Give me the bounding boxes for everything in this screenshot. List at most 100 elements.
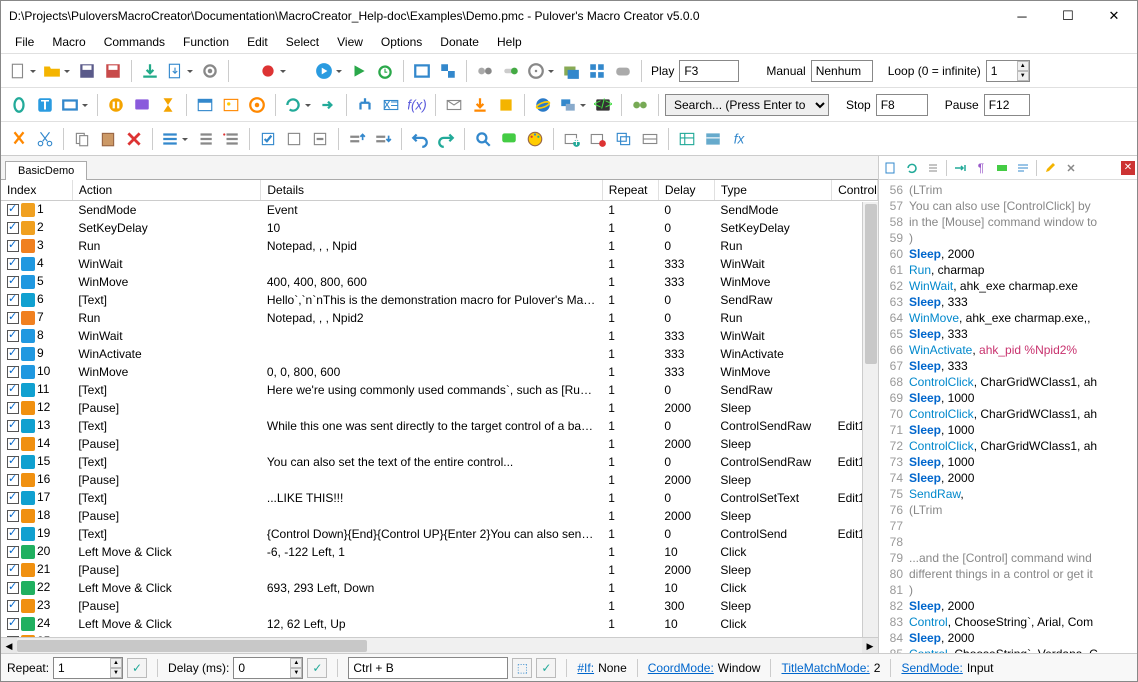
windows-icon[interactable] bbox=[585, 59, 609, 83]
table-row[interactable]: 14[Pause]12000Sleep bbox=[1, 435, 878, 453]
tool-a[interactable] bbox=[410, 59, 434, 83]
table-row[interactable]: 16[Pause]12000Sleep bbox=[1, 471, 878, 489]
indent-icon[interactable] bbox=[923, 158, 943, 178]
refresh-icon[interactable] bbox=[902, 158, 922, 178]
table-row[interactable]: 6[Text]Hello`,`n`nThis is the demonstrat… bbox=[1, 291, 878, 309]
highlight-icon[interactable] bbox=[992, 158, 1012, 178]
column-header[interactable]: Action bbox=[72, 180, 261, 201]
menu-macro[interactable]: Macro bbox=[44, 32, 93, 52]
vertical-scrollbar[interactable] bbox=[862, 202, 878, 637]
table-row[interactable]: 18[Pause]12000Sleep bbox=[1, 507, 878, 525]
table-row[interactable]: 10WinMove0, 0, 800, 6001333WinMove bbox=[1, 363, 878, 381]
play-once-button[interactable] bbox=[347, 59, 371, 83]
tool-e[interactable] bbox=[525, 59, 557, 83]
export-button[interactable] bbox=[164, 59, 196, 83]
undo-icon[interactable] bbox=[408, 127, 432, 151]
image-cmd-icon[interactable] bbox=[219, 93, 243, 117]
row-checkbox[interactable] bbox=[7, 240, 19, 252]
row-checkbox[interactable] bbox=[7, 546, 19, 558]
close-preview-icon[interactable]: ✕ bbox=[1121, 161, 1135, 175]
column-header[interactable]: Repeat bbox=[602, 180, 658, 201]
expand-icon[interactable] bbox=[1061, 158, 1081, 178]
timer-button[interactable] bbox=[373, 59, 397, 83]
table-row[interactable]: 4WinWait1333WinWait bbox=[1, 255, 878, 273]
sendmode-link[interactable]: SendMode: bbox=[901, 661, 962, 675]
tool-c[interactable] bbox=[473, 59, 497, 83]
msgbox-icon[interactable] bbox=[130, 93, 154, 117]
delay-apply-icon[interactable]: ✓ bbox=[307, 658, 327, 678]
scissors-icon[interactable] bbox=[33, 127, 57, 151]
uncheck-all-icon[interactable] bbox=[282, 127, 306, 151]
menu-view[interactable]: View bbox=[329, 32, 371, 52]
pilcrow-icon[interactable]: ¶ bbox=[971, 158, 991, 178]
table-row[interactable]: 24Left Move & Click12, 62 Left, Up110Cli… bbox=[1, 615, 878, 633]
tool-f[interactable] bbox=[559, 59, 583, 83]
row-checkbox[interactable] bbox=[7, 366, 19, 378]
row-checkbox[interactable] bbox=[7, 582, 19, 594]
hourglass-icon[interactable] bbox=[156, 93, 180, 117]
menu-edit[interactable]: Edit bbox=[239, 32, 276, 52]
edit-icon[interactable] bbox=[1040, 158, 1060, 178]
func-icon[interactable]: f(x) bbox=[405, 93, 429, 117]
row-checkbox[interactable] bbox=[7, 348, 19, 360]
add-row-icon[interactable]: + bbox=[560, 127, 584, 151]
titlematch-link[interactable]: TitleMatchMode: bbox=[781, 661, 869, 675]
delete-icon[interactable] bbox=[122, 127, 146, 151]
table-row[interactable]: 17[Text]...LIKE THIS!!!10ControlSetTextE… bbox=[1, 489, 878, 507]
wrap-icon[interactable] bbox=[1013, 158, 1033, 178]
if-icon[interactable] bbox=[353, 93, 377, 117]
menu-file[interactable]: File bbox=[7, 32, 42, 52]
comment-icon[interactable] bbox=[497, 127, 521, 151]
grid-a-icon[interactable] bbox=[675, 127, 699, 151]
row-checkbox[interactable] bbox=[7, 474, 19, 486]
menu-donate[interactable]: Donate bbox=[432, 32, 487, 52]
minimize-button[interactable]: ─ bbox=[999, 1, 1045, 31]
row-checkbox[interactable] bbox=[7, 420, 19, 432]
window-cmd-icon[interactable] bbox=[193, 93, 217, 117]
save-button[interactable] bbox=[75, 59, 99, 83]
row-checkbox[interactable] bbox=[7, 276, 19, 288]
hotkey-pick-icon[interactable]: ⬚ bbox=[512, 658, 532, 678]
row-checkbox[interactable] bbox=[7, 258, 19, 270]
table-row[interactable]: 15[Text]You can also set the text of the… bbox=[1, 453, 878, 471]
row-checkbox[interactable] bbox=[7, 222, 19, 234]
select-icon[interactable] bbox=[159, 127, 191, 151]
redo-icon[interactable] bbox=[434, 127, 458, 151]
row-checkbox[interactable] bbox=[7, 294, 19, 306]
row-checkbox[interactable] bbox=[7, 564, 19, 576]
play-hotkey-input[interactable] bbox=[679, 60, 739, 82]
cut-icon[interactable] bbox=[7, 127, 31, 151]
tab-icon[interactable] bbox=[950, 158, 970, 178]
column-header[interactable]: Index bbox=[1, 180, 72, 201]
table-row[interactable]: 1SendModeEvent10SendMode bbox=[1, 201, 878, 219]
row-checkbox[interactable] bbox=[7, 438, 19, 450]
gamepad-icon[interactable] bbox=[611, 59, 635, 83]
copy-code-icon[interactable] bbox=[881, 158, 901, 178]
table-row[interactable]: 5WinMove400, 400, 800, 6001333WinMove bbox=[1, 273, 878, 291]
record-button[interactable] bbox=[257, 59, 289, 83]
del-row-icon[interactable] bbox=[586, 127, 610, 151]
table-row[interactable]: 21[Pause]12000Sleep bbox=[1, 561, 878, 579]
zip-icon[interactable] bbox=[494, 93, 518, 117]
macro-grid[interactable]: IndexActionDetailsRepeatDelayTypeControl… bbox=[1, 180, 878, 637]
find-icon[interactable] bbox=[628, 93, 652, 117]
column-header[interactable]: Type bbox=[714, 180, 831, 201]
check-toggle-icon[interactable] bbox=[308, 127, 332, 151]
loop-cmd-icon[interactable] bbox=[282, 93, 314, 117]
text-icon[interactable]: T bbox=[33, 93, 57, 117]
list-a-icon[interactable] bbox=[193, 127, 217, 151]
row-checkbox[interactable] bbox=[7, 510, 19, 522]
code-icon[interactable]: </> bbox=[591, 93, 615, 117]
var-icon[interactable]: x= bbox=[379, 93, 403, 117]
coordmode-link[interactable]: CoordMode: bbox=[648, 661, 714, 675]
menu-commands[interactable]: Commands bbox=[96, 32, 173, 52]
copy-icon[interactable] bbox=[70, 127, 94, 151]
tool-d[interactable] bbox=[499, 59, 523, 83]
import-button[interactable] bbox=[138, 59, 162, 83]
fx-icon[interactable]: fx bbox=[727, 127, 751, 151]
column-header[interactable]: Control bbox=[832, 180, 878, 201]
table-row[interactable]: 8WinWait1333WinWait bbox=[1, 327, 878, 345]
open-button[interactable] bbox=[41, 59, 73, 83]
tab-basicdemo[interactable]: BasicDemo bbox=[5, 161, 87, 180]
ie-icon[interactable] bbox=[531, 93, 555, 117]
